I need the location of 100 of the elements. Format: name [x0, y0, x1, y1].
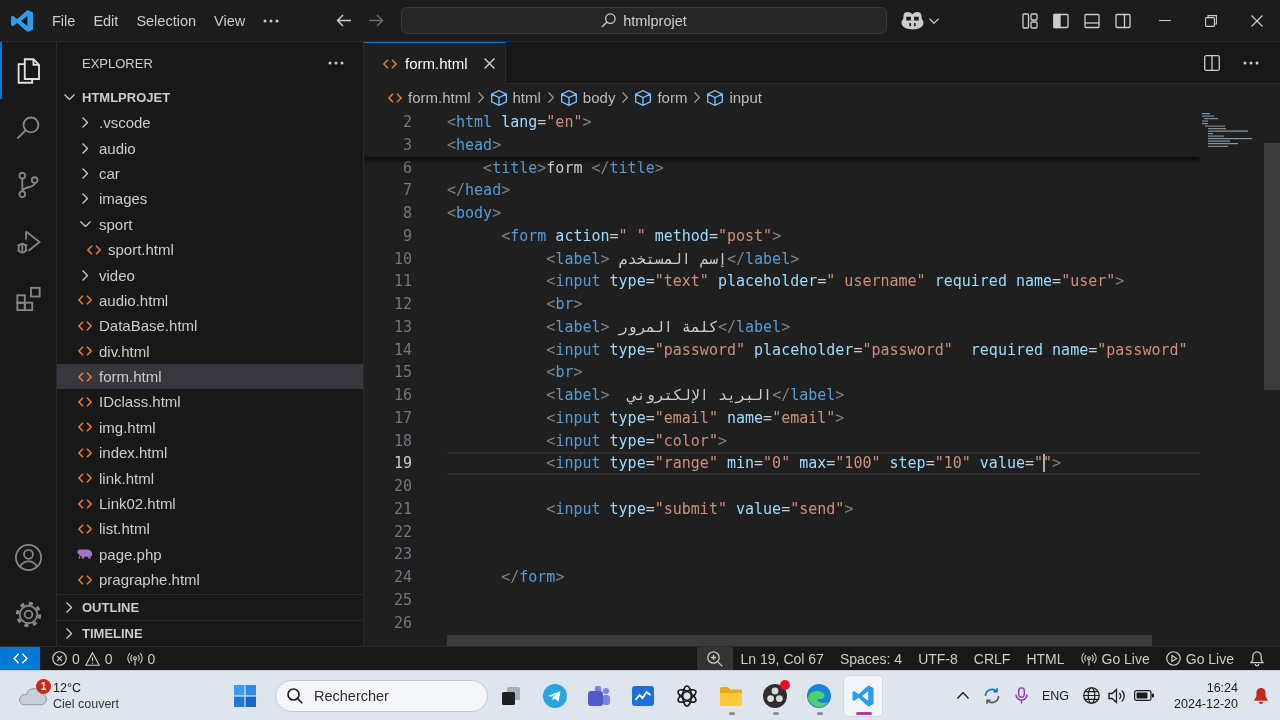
editor-tab[interactable]: form.html: [364, 42, 506, 84]
minimap-drawing[interactable]: [1202, 113, 1252, 147]
swirl-icon: [807, 683, 831, 708]
vertical-scroll-thumb[interactable]: [1264, 143, 1280, 390]
status-item[interactable]: Spaces: 4: [831, 647, 911, 670]
section-header[interactable]: OUTLINE: [57, 594, 363, 620]
back-arrow-icon[interactable]: [336, 14, 352, 27]
document-item[interactable]: Link02.html: [57, 490, 363, 517]
account-icon[interactable]: [14, 544, 42, 571]
weather-temperature[interactable]: 12°C: [53, 679, 119, 696]
document-item[interactable]: sport.html: [57, 236, 363, 263]
clock-time[interactable]: 16:24: [1206, 679, 1238, 696]
language-indicator[interactable]: ENG: [1041, 688, 1070, 703]
document-item[interactable]: index.html: [57, 440, 363, 466]
status-item[interactable]: Ln 19, Col 67: [732, 647, 832, 670]
line-number: 23: [393, 544, 412, 566]
menu-item[interactable]: Edit: [84, 10, 128, 31]
folder-item[interactable]: sport: [57, 211, 363, 237]
angle-brackets-icon: [78, 523, 92, 534]
remote-button[interactable]: [0, 647, 40, 670]
play-circle-icon: [1165, 651, 1181, 666]
document-item[interactable]: list.html: [57, 516, 363, 542]
quick-settings-button[interactable]: [1083, 687, 1155, 704]
layout-grid-icon[interactable]: [1021, 12, 1038, 29]
command-center[interactable]: htmlprojet: [401, 7, 887, 34]
breadcrumb-item[interactable]: body: [560, 89, 616, 106]
code-line: <input type="password" placeholder="password" required name="password": [545, 340, 1188, 359]
close-icon[interactable]: [483, 58, 495, 69]
status-item[interactable]: CRLF: [965, 647, 1019, 670]
goggles-face-icon[interactable]: [901, 11, 924, 30]
document-item[interactable]: div.html: [57, 338, 363, 364]
status-item[interactable]: HTML: [1018, 647, 1073, 670]
status-item[interactable]: UTF-8: [910, 647, 966, 670]
project-header[interactable]: HTMLPROJET: [57, 84, 363, 110]
line-number: 22: [393, 521, 412, 543]
folder-item[interactable]: images: [57, 186, 363, 212]
chevron-up-icon[interactable]: [956, 692, 969, 699]
restore-icon[interactable]: [1205, 14, 1217, 27]
four-squares-icon[interactable]: [234, 684, 256, 707]
bell-icon[interactable]: [1254, 687, 1268, 704]
ribbon-logo-icon[interactable]: [10, 9, 33, 32]
folder-item[interactable]: video: [57, 262, 363, 288]
more-icon[interactable]: [1243, 60, 1259, 65]
bottom-panel-icon[interactable]: [1083, 12, 1100, 29]
breadcrumb-item[interactable]: input: [707, 89, 762, 106]
breadcrumb-item[interactable]: form.html: [388, 89, 471, 106]
ports-button[interactable]: 0: [119, 647, 163, 670]
status-item[interactable]: Go Live: [1157, 647, 1242, 670]
document-item[interactable]: img.html: [57, 414, 363, 441]
breadcrumb-item[interactable]: html: [490, 89, 541, 106]
angle-brackets-icon: [78, 574, 92, 585]
right-panel-icon[interactable]: [1114, 12, 1131, 29]
search-field[interactable]: Rechercher: [275, 679, 488, 712]
close-icon[interactable]: [1251, 14, 1263, 27]
document-item[interactable]: audio.html: [57, 287, 363, 314]
line-number: 3: [402, 134, 412, 156]
menu-item[interactable]: View: [205, 10, 255, 31]
folder-item[interactable]: audio: [57, 135, 363, 161]
document-item[interactable]: page.php: [57, 541, 363, 568]
folder-item[interactable]: .vscode: [57, 110, 363, 136]
status-item[interactable]: Go Live: [1072, 647, 1158, 670]
angle-brackets-icon: [78, 447, 92, 458]
angle-brackets-icon: [78, 498, 92, 509]
problems-button[interactable]: 0 0: [45, 647, 120, 670]
cube-icon: [707, 89, 724, 106]
document-item[interactable]: DataBase.html: [57, 313, 363, 339]
document-item[interactable]: IDclass.html: [57, 389, 363, 415]
line-chart-icon: [631, 683, 655, 708]
more-icon[interactable]: [263, 18, 280, 23]
zoom-button[interactable]: [696, 647, 733, 670]
left-panel-icon[interactable]: [1052, 12, 1069, 29]
document-item[interactable]: form.html: [57, 363, 363, 390]
panel-title: EXPLORER: [82, 55, 153, 71]
code-line: <input type="range" min="0" max="100" step="10" value="">: [545, 454, 1062, 473]
menu-item[interactable]: File: [43, 10, 85, 31]
document-item[interactable]: pragraphe.html: [57, 567, 363, 593]
clock-date[interactable]: 2024-12-20: [1174, 695, 1238, 712]
cube-icon: [635, 89, 652, 106]
weather-condition[interactable]: Ciel couvert: [53, 695, 119, 712]
horizontal-scroll-thumb[interactable]: [447, 635, 1152, 646]
sync-icon[interactable]: [982, 686, 1001, 705]
menu-item[interactable]: Selection: [127, 10, 206, 31]
code-line: <input type="color">: [545, 431, 727, 450]
minimize-icon[interactable]: [1159, 19, 1171, 22]
line-number: 17: [393, 407, 412, 429]
angle-brackets-icon: [78, 320, 92, 331]
split-editor-icon[interactable]: [1204, 54, 1220, 71]
microphone-icon[interactable]: [1014, 687, 1028, 704]
folder-item[interactable]: car: [57, 160, 363, 187]
more-icon[interactable]: [328, 61, 344, 65]
breadcrumb-item[interactable]: form: [635, 89, 688, 106]
disc-icon: [763, 683, 787, 708]
chevron-down-icon[interactable]: [929, 17, 939, 24]
battery-icon: [1134, 690, 1155, 701]
settings-icon[interactable]: [14, 601, 42, 628]
code-line: <head>: [447, 135, 502, 154]
document-item[interactable]: link.html: [57, 465, 363, 491]
line-number: 24: [393, 567, 412, 588]
line-number: 25: [393, 589, 412, 611]
angle-brackets-icon: [78, 473, 92, 484]
